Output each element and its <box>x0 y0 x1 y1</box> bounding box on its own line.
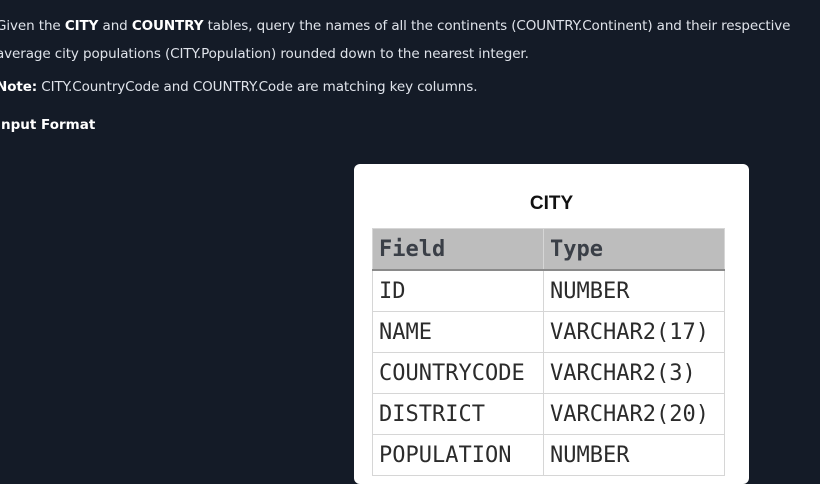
city-keyword: CITY <box>64 18 99 34</box>
type-cell: VARCHAR2(20) <box>543 393 725 435</box>
field-cell: ID <box>372 269 544 312</box>
type-cell: NUMBER <box>543 434 725 476</box>
note-label: Note: <box>0 79 38 95</box>
description-text: and <box>98 18 132 34</box>
description-text: Given the <box>0 18 65 34</box>
field-cell: POPULATION <box>372 434 544 476</box>
table-row: POPULATION NUMBER <box>372 434 725 476</box>
table-row: ID NUMBER <box>372 269 725 312</box>
column-header-type: Type <box>543 228 725 271</box>
city-table-card: CITY Field Type ID NUMBER NAME VARCHAR2(… <box>354 164 749 484</box>
city-schema-table: Field Type ID NUMBER NAME VARCHAR2(17) C… <box>372 228 725 476</box>
note-text: CITY.CountryCode and COUNTRY.Code are ma… <box>37 79 478 95</box>
column-header-field: Field <box>372 228 544 271</box>
type-cell: VARCHAR2(17) <box>543 311 725 353</box>
problem-description: Given the CITY and COUNTRY tables, query… <box>0 12 820 68</box>
table-header-row: Field Type <box>372 228 725 271</box>
table-title: CITY <box>529 193 574 214</box>
input-format-heading: Input Format <box>0 117 96 133</box>
table-row: NAME VARCHAR2(17) <box>372 311 725 353</box>
problem-note: Note: CITY.CountryCode and COUNTRY.Code … <box>0 73 478 101</box>
field-cell: DISTRICT <box>372 393 544 435</box>
type-cell: VARCHAR2(3) <box>543 352 725 394</box>
table-row: COUNTRYCODE VARCHAR2(3) <box>372 352 725 394</box>
table-row: DISTRICT VARCHAR2(20) <box>372 393 725 435</box>
field-cell: NAME <box>372 311 544 353</box>
type-cell: NUMBER <box>543 269 725 312</box>
country-keyword: COUNTRY <box>131 18 204 34</box>
field-cell: COUNTRYCODE <box>372 352 544 394</box>
